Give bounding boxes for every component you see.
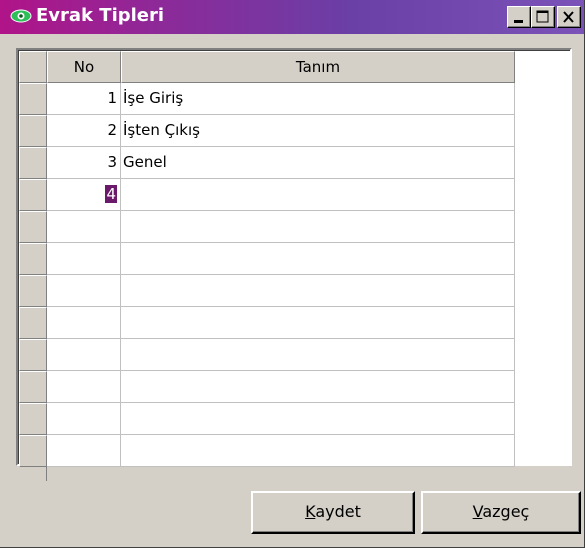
cell-no[interactable]: 3 [47,147,121,179]
table-row[interactable]: 1 İşe Giriş [19,83,515,115]
table-row[interactable] [19,211,515,243]
selected-cell-value[interactable]: 4 [105,185,117,203]
row-indicator[interactable] [19,403,47,435]
grid-body: No Tanım 1 İşe Giriş 2 İşten Çıkış 3 Genel 4 [18,50,570,481]
window-title: Evrak Tipleri [36,5,165,26]
row-indicator[interactable] [19,243,47,275]
row-indicator[interactable] [19,275,47,307]
title-bar[interactable]: Evrak Tipleri [0,0,584,34]
cell-no[interactable] [47,275,121,307]
row-indicator[interactable] [19,339,47,371]
cell-tanim[interactable] [121,371,515,403]
cell-no[interactable] [47,211,121,243]
cell-tanim[interactable] [121,403,515,435]
row-indicator[interactable] [19,115,47,147]
save-button[interactable]: Kaydet [251,491,415,534]
cell-tanim[interactable] [121,243,515,275]
row-indicator[interactable] [19,83,47,115]
table-row[interactable] [19,243,515,275]
cell-no[interactable] [47,243,121,275]
document-types-grid[interactable]: No Tanım 1 İşe Giriş 2 İşten Çıkış 3 Genel 4 [16,48,572,481]
row-indicator[interactable] [19,211,47,243]
table-row[interactable]: 3 Genel [19,147,515,179]
minimize-button[interactable] [507,6,531,28]
close-icon [563,11,574,23]
cancel-button[interactable]: Vazgeç [421,491,581,534]
row-indicator-filler [19,467,47,481]
eye-icon [10,9,32,23]
grid-header: No Tanım [19,51,515,83]
cell-tanim[interactable] [121,339,515,371]
cell-no[interactable]: 2 [47,115,121,147]
cell-tanim[interactable] [121,435,515,467]
table-row[interactable] [19,403,515,435]
table-row[interactable] [19,339,515,371]
cell-tanim[interactable] [121,307,515,339]
cell-no[interactable]: 1 [47,83,121,115]
maximize-button[interactable] [531,6,555,28]
row-indicator[interactable] [19,435,47,467]
row-indicator[interactable] [19,179,47,211]
row-indicator[interactable] [19,371,47,403]
cell-no[interactable] [47,403,121,435]
table-row[interactable] [19,435,515,467]
table-row[interactable]: 4 [19,179,515,211]
column-header-no[interactable]: No [47,51,121,83]
header-indicator [19,51,47,83]
table-row[interactable] [19,275,515,307]
cell-no[interactable] [47,307,121,339]
cell-no[interactable] [47,435,121,467]
cell-tanim[interactable] [121,211,515,243]
table-row[interactable]: 2 İşten Çıkış [19,115,515,147]
row-indicator[interactable] [19,147,47,179]
column-header-tanim[interactable]: Tanım [121,51,515,83]
close-button[interactable] [557,6,581,28]
cell-no[interactable]: 4 [47,179,121,211]
table-row[interactable] [19,307,515,339]
evrak-tipleri-window: Evrak Tipleri No Tanım 1 İşe Giriş 2 İşten … [0,0,585,548]
cell-tanim[interactable]: İşe Giriş [121,83,515,115]
cell-no[interactable] [47,371,121,403]
minimize-icon [514,20,523,23]
cell-no[interactable] [47,339,121,371]
cell-tanim[interactable]: İşten Çıkış [121,115,515,147]
table-row[interactable] [19,371,515,403]
row-indicator[interactable] [19,307,47,339]
cell-tanim[interactable] [121,179,515,211]
cell-tanim[interactable] [121,275,515,307]
maximize-icon [536,10,549,23]
cell-tanim[interactable]: Genel [121,147,515,179]
